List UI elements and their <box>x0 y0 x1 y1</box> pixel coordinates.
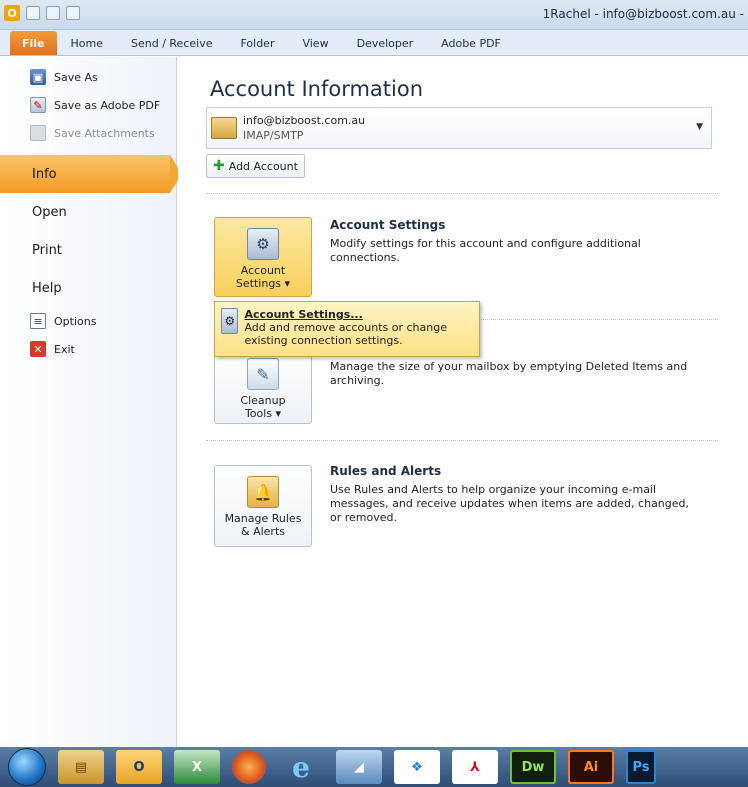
account-settings-button[interactable]: ⚙ Account Settings ▾ <box>214 217 312 297</box>
save-as-label: Save As <box>54 70 98 84</box>
account-settings-menu-desc: Add and remove accounts or change existi… <box>244 321 447 347</box>
firefox-icon[interactable] <box>232 750 266 784</box>
account-settings-title: Account Settings <box>330 218 446 232</box>
tab-adobe-pdf[interactable]: Adobe PDF <box>427 31 515 55</box>
cleanup-tools-button[interactable]: ✎ Cleanup Tools ▾ <box>214 347 312 424</box>
page-title: Account Information <box>210 77 424 101</box>
tab-send-receive[interactable]: Send / Receive <box>117 31 226 55</box>
manage-rules-label-1: Manage Rules <box>224 512 302 525</box>
account-email: info@bizboost.com.au <box>243 114 366 127</box>
cleanup-tools-icon: ✎ <box>247 358 279 390</box>
account-settings-menu-title: Account Settings... <box>244 308 363 321</box>
add-account-label: Add Account <box>228 159 298 173</box>
divider <box>206 193 718 194</box>
manage-rules-label-2: & Alerts <box>241 525 285 538</box>
account-mailbox-icon <box>211 117 237 139</box>
chevron-down-icon[interactable]: ▼ <box>696 122 703 132</box>
save-attachments-command[interactable]: Save Attachments <box>0 119 176 147</box>
exit-command[interactable]: ✕ Exit <box>0 335 176 363</box>
attachments-icon <box>30 125 46 141</box>
tab-view[interactable]: View <box>288 31 342 55</box>
send-receive-icon[interactable] <box>26 6 40 20</box>
account-info-panel: Account Information info@bizboost.com.au… <box>178 57 748 747</box>
account-settings-label-2: Settings ▾ <box>235 277 291 290</box>
divider <box>478 319 718 320</box>
account-settings-icon: ⚙ <box>247 228 279 260</box>
plus-icon: ✚ <box>213 158 225 174</box>
save-as-command[interactable]: ▣ Save As <box>0 63 176 91</box>
customize-icon[interactable] <box>66 6 80 20</box>
save-attachments-label: Save Attachments <box>54 126 155 140</box>
excel-icon[interactable]: X <box>174 750 220 784</box>
exit-icon: ✕ <box>30 341 46 357</box>
start-button[interactable] <box>8 748 46 786</box>
tab-developer[interactable]: Developer <box>343 31 428 55</box>
dropbox-icon[interactable]: ❖ <box>394 750 440 784</box>
rules-alerts-icon: 🔔 <box>247 476 279 508</box>
save-as-icon: ▣ <box>30 69 46 85</box>
taskbar: ▤ O X e ◢ ❖ ⅄ Dw Ai Ps <box>0 747 748 787</box>
save-as-pdf-command[interactable]: ✎ Save as Adobe PDF <box>0 91 176 119</box>
backstage-tab-info[interactable]: Info <box>0 155 182 193</box>
outlook-taskbar-icon[interactable]: O <box>116 750 162 784</box>
backstage-tab-help[interactable]: Help <box>0 269 176 307</box>
windows-explorer-icon[interactable]: ▤ <box>58 750 104 784</box>
title-bar: O 1Rachel - info@bizboost.com.au - <box>0 0 748 30</box>
save-as-pdf-label: Save as Adobe PDF <box>54 98 161 112</box>
cleanup-tools-label-1: Cleanup <box>240 394 286 407</box>
account-settings-desc: Modify settings for this account and con… <box>330 237 641 264</box>
divider <box>206 440 718 441</box>
internet-explorer-icon[interactable]: e <box>278 750 324 784</box>
account-settings-menu-icon: ⚙ <box>221 308 239 334</box>
tab-folder[interactable]: Folder <box>226 31 288 55</box>
add-account-button[interactable]: ✚ Add Account <box>206 154 305 178</box>
options-label: Options <box>54 314 97 328</box>
cleanup-tools-label-2: Tools ▾ <box>244 407 282 420</box>
rules-alerts-desc: Use Rules and Alerts to help organize yo… <box>330 483 690 524</box>
options-icon: ≡ <box>30 313 46 329</box>
snipping-tool-icon[interactable]: ◢ <box>336 750 382 784</box>
account-settings-menu-item[interactable]: ⚙ Account Settings... Add and remove acc… <box>214 301 480 357</box>
ribbon-tabs: File Home Send / Receive Folder View Dev… <box>0 30 748 56</box>
exit-label: Exit <box>54 342 75 356</box>
rules-alerts-title: Rules and Alerts <box>330 464 442 478</box>
pdf-icon: ✎ <box>30 97 46 113</box>
tab-home[interactable]: Home <box>57 31 117 55</box>
undo-icon[interactable] <box>46 6 60 20</box>
illustrator-icon[interactable]: Ai <box>568 750 614 784</box>
window-title: 1Rachel - info@bizboost.com.au - <box>542 7 744 21</box>
account-settings-label-1: Account <box>240 264 286 277</box>
quick-access-toolbar: O <box>4 5 80 21</box>
photoshop-icon[interactable]: Ps <box>626 750 656 784</box>
manage-rules-button[interactable]: 🔔 Manage Rules & Alerts <box>214 465 312 547</box>
cleanup-tools-desc: Manage the size of your mailbox by empty… <box>330 360 688 387</box>
backstage-tab-open[interactable]: Open <box>0 193 176 231</box>
options-command[interactable]: ≡ Options <box>0 307 176 335</box>
account-type: IMAP/SMTP <box>243 129 304 142</box>
backstage-tab-print[interactable]: Print <box>0 231 176 269</box>
adobe-reader-icon[interactable]: ⅄ <box>452 750 498 784</box>
account-selector[interactable]: info@bizboost.com.au IMAP/SMTP ▼ <box>206 107 712 149</box>
tab-file[interactable]: File <box>10 31 57 55</box>
outlook-icon[interactable]: O <box>4 5 20 21</box>
dreamweaver-icon[interactable]: Dw <box>510 750 556 784</box>
backstage-nav: ▣ Save As ✎ Save as Adobe PDF Save Attac… <box>0 57 182 747</box>
